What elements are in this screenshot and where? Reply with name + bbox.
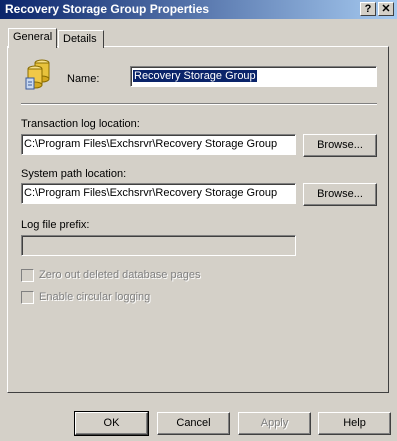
system-path-browse-label: Browse... [317, 188, 363, 200]
system-path-value: C:\Program Files\Exchsrvr\Recovery Stora… [24, 187, 278, 199]
transaction-log-value: C:\Program Files\Exchsrvr\Recovery Stora… [24, 138, 278, 150]
close-title-button[interactable]: ✕ [378, 2, 394, 16]
ok-button[interactable]: OK [74, 411, 149, 436]
name-label: Name: [67, 73, 100, 85]
log-prefix-label: Log file prefix: [21, 219, 90, 231]
storage-group-icon [24, 58, 52, 92]
window-title: Recovery Storage Group Properties [5, 2, 210, 16]
tab-general-label: General [13, 31, 53, 43]
properties-dialog: Recovery Storage Group Properties ? ✕ Ge… [0, 0, 397, 441]
transaction-log-label: Transaction log location: [21, 118, 140, 130]
separator [21, 103, 377, 105]
log-prefix-field[interactable] [21, 235, 296, 256]
circular-logging-label: Enable circular logging [39, 291, 151, 303]
circular-logging-checkbox[interactable] [21, 291, 34, 304]
help-button[interactable]: Help [318, 412, 391, 435]
system-path-browse-button[interactable]: Browse... [303, 183, 377, 206]
system-path-field[interactable]: C:\Program Files\Exchsrvr\Recovery Stora… [21, 183, 296, 204]
tab-general[interactable]: General [8, 28, 58, 48]
help-label: Help [343, 417, 366, 429]
transaction-log-browse-label: Browse... [317, 139, 363, 151]
cancel-label: Cancel [176, 417, 211, 429]
tab-details-label: Details [63, 33, 97, 45]
transaction-log-field[interactable]: C:\Program Files\Exchsrvr\Recovery Stora… [21, 134, 296, 155]
zero-out-label: Zero out deleted database pages [39, 269, 201, 281]
zero-out-checkbox[interactable] [21, 269, 34, 282]
title-bar: Recovery Storage Group Properties ? ✕ [0, 0, 397, 19]
name-field[interactable]: Recovery Storage Group [130, 66, 377, 87]
name-value: Recovery Storage Group [133, 70, 257, 82]
apply-label: Apply [260, 417, 289, 429]
cancel-button[interactable]: Cancel [157, 412, 230, 435]
apply-button[interactable]: Apply [238, 412, 311, 435]
ok-label: OK [103, 417, 120, 429]
transaction-log-browse-button[interactable]: Browse... [303, 134, 377, 157]
help-title-button[interactable]: ? [360, 2, 376, 16]
system-path-label: System path location: [21, 168, 127, 180]
tab-details[interactable]: Details [58, 30, 104, 48]
